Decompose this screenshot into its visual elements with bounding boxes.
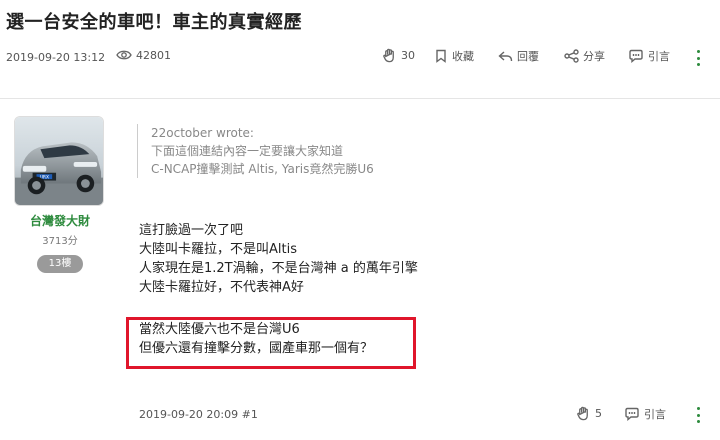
quote-button[interactable]: 引言 [628,48,670,64]
post-title: 選一台安全的車吧！車主的真實經歷 [6,12,302,33]
quote-line: C-NCAP撞擊測試 Altis, Yaris竟然完勝U6 [151,162,374,176]
post-meta-bar: 2019-09-20 13:12 42801 30 收藏 回覆 分享 引言 [6,48,714,68]
post-date: 2019-09-20 13:12 [6,51,106,64]
highlighted-text: 當然大陸優六也不是台灣U6 但優六還有撞擊分數，國產車那一個有？ [139,320,373,358]
share-label: 分享 [583,50,605,63]
reply-quote-label: 引言 [644,408,666,421]
quote-icon [629,49,643,63]
avatar[interactable]: URX [14,116,104,206]
like-button[interactable]: 30 [382,48,415,63]
like-count: 30 [401,49,415,62]
quote-line: 下面這個連結內容一定要讓大家知道 [151,144,344,158]
reply-label: 回覆 [517,50,539,63]
kebab-menu-icon[interactable] [693,50,703,66]
view-count: 42801 [116,48,171,62]
view-count-value: 42801 [136,49,171,62]
quoted-message: 22october wrote: 下面這個連結內容一定要讓大家知道 C-NCAP… [137,124,374,178]
highlight-line: 當然大陸優六也不是台灣U6 [139,322,300,337]
author-card: URX 台灣發大財 3713分 13樓 [14,116,106,273]
highlight-line: 但優六還有撞擊分數，國產車那一個有？ [139,341,374,356]
reply-body: 這打臉過一次了吧 大陸叫卡羅拉，不是叫Altis 人家現在是1.2T渦輪，不是台… [139,221,418,297]
clap-icon [383,48,394,63]
reply-like-button[interactable]: 5 [576,406,602,421]
floor-badge: 13樓 [37,255,83,273]
reply-line: 大陸叫卡羅拉，不是叫Altis [139,242,297,257]
quote-icon [625,407,639,421]
reply-icon [498,50,513,61]
clap-icon [577,406,588,421]
author-score: 3713分 [42,236,78,247]
kebab-menu-icon[interactable] [693,407,703,423]
reply-date[interactable]: 2019-09-20 20:09 #1 [139,408,258,421]
author-name[interactable]: 台灣發大財 [14,212,106,229]
reply-button[interactable]: 回覆 [498,48,539,64]
share-button[interactable]: 分享 [564,48,605,64]
quote-label: 引言 [648,50,670,63]
save-button[interactable]: 收藏 [434,48,474,64]
reply-like-count: 5 [595,407,602,420]
reply-line: 人家現在是1.2T渦輪，不是台灣神 a 的萬年引擎 [139,261,418,276]
save-label: 收藏 [452,50,474,63]
share-icon [564,49,579,63]
section-divider [0,98,720,99]
reply-line: 大陸卡羅拉好，不代表神A好 [139,280,304,295]
reply-quote-button[interactable]: 引言 [624,406,666,422]
reply-footer: 2019-09-20 20:09 #1 5 引言 [139,404,714,424]
bookmark-icon [436,49,446,63]
reply-line: 這打臉過一次了吧 [139,223,244,238]
quote-author: 22october wrote: [151,126,254,140]
eye-icon [116,50,132,60]
